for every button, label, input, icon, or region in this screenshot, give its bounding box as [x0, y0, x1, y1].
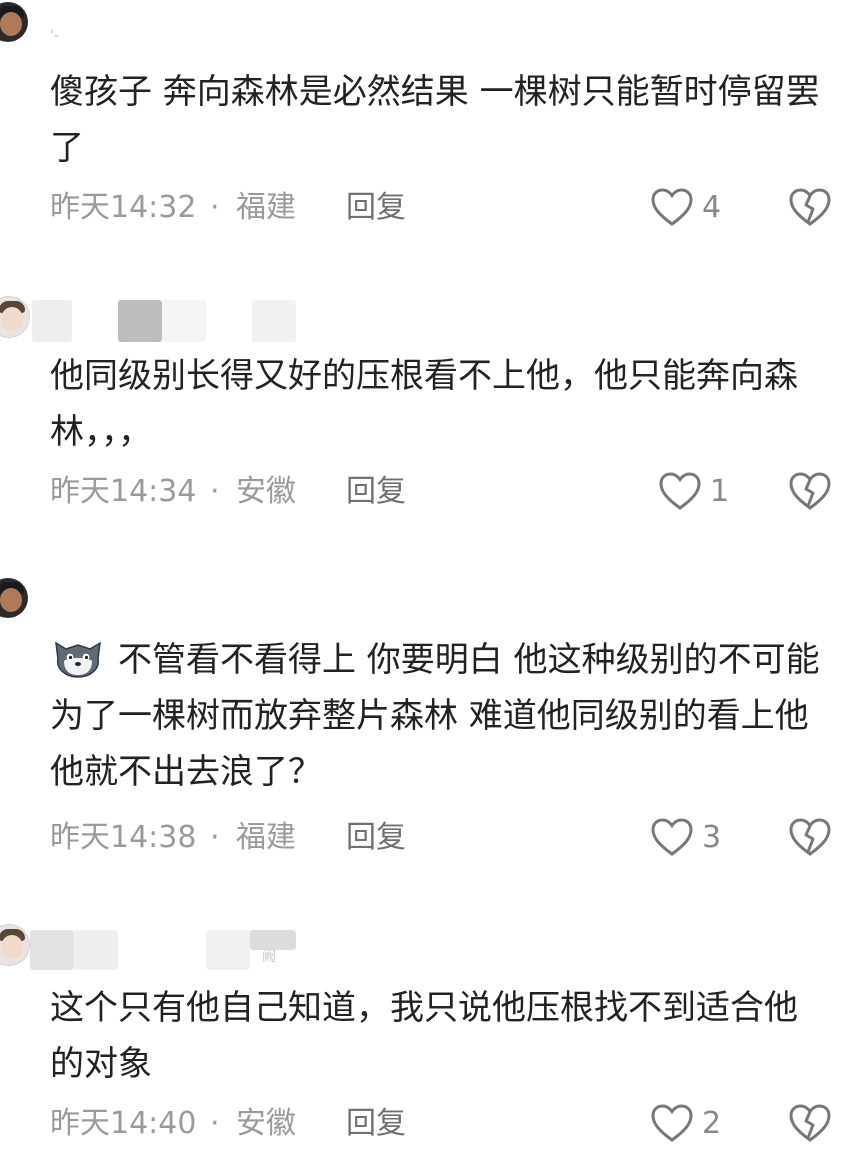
meta-separator: · [210, 820, 220, 855]
avatar[interactable] [0, 578, 28, 618]
comment-location: 安徽 [236, 1106, 296, 1141]
dislike-button[interactable] [788, 816, 832, 860]
reply-button[interactable]: 回复 [346, 818, 406, 858]
comment-time: 昨天14:38 [50, 820, 197, 855]
husky-emoji-icon [55, 641, 101, 678]
like-count: 1 [710, 474, 730, 509]
reply-button[interactable]: 回复 [346, 1104, 406, 1144]
like-button[interactable]: 1 [658, 470, 768, 514]
comment-text: 他同级别长得又好的压根看不上他，他只能奔向森林，，， [50, 356, 798, 452]
like-button[interactable]: 4 [650, 186, 760, 230]
comment-text-content: 不管看不看得上 你要明白 他这种级别的不可能为了一棵树而放弃整片森林 难道他同级… [50, 640, 820, 792]
comment-meta: 昨天14:38 · 福建 回复 3 [50, 818, 840, 858]
like-count: 2 [702, 1106, 722, 1141]
username-redacted [30, 930, 74, 970]
heart-icon [651, 1104, 693, 1142]
reply-button[interactable]: 回复 [346, 188, 406, 228]
username-redacted [206, 930, 250, 970]
username-redacted [74, 930, 118, 970]
dislike-button[interactable] [788, 1102, 832, 1146]
meta-separator: · [210, 1106, 220, 1141]
heart-icon [651, 818, 693, 856]
like-count: 4 [702, 190, 722, 225]
comment-location: 福建 [236, 820, 296, 855]
heart-icon [659, 472, 701, 510]
comment-time: 昨天14:34 [50, 474, 197, 509]
broken-heart-icon [789, 472, 831, 510]
avatar[interactable] [0, 924, 30, 966]
heart-icon [651, 188, 693, 226]
comment-time: 昨天14:32 [50, 190, 197, 225]
comment-text: 傻孩子 奔向森林是必然结果 一棵树只能暂时停留罢了 [50, 72, 820, 168]
avatar[interactable] [0, 2, 28, 42]
comment-time: 昨天14:40 [50, 1106, 197, 1141]
comment-location: 安徽 [236, 474, 296, 509]
broken-heart-icon [789, 818, 831, 856]
reply-button[interactable]: 回复 [346, 472, 406, 512]
like-count: 3 [702, 820, 722, 855]
broken-heart-icon [789, 188, 831, 226]
dislike-button[interactable] [788, 470, 832, 514]
comment-meta: 昨天14:32 · 福建 回复 4 [50, 188, 840, 228]
comment-location: 福建 [236, 190, 296, 225]
dislike-button[interactable] [788, 186, 832, 230]
like-button[interactable]: 3 [650, 816, 760, 860]
meta-separator: · [210, 474, 220, 509]
username[interactable]: '- [50, 28, 59, 44]
username-redacted [32, 300, 72, 342]
meta-separator: · [210, 190, 220, 225]
username-redacted [252, 300, 296, 342]
avatar[interactable] [0, 296, 30, 338]
username-redacted [118, 300, 162, 342]
broken-heart-icon [789, 1104, 831, 1142]
username-redacted [162, 300, 206, 342]
comment-meta: 昨天14:40 · 安徽 回复 2 [50, 1104, 840, 1144]
comment-text: 这个只有他自己知道，我只说他压根找不到适合他的对象 [50, 988, 798, 1084]
comment-meta: 昨天14:34 · 安徽 回复 1 [50, 472, 840, 512]
comment-text: 不管看不看得上 你要明白 他这种级别的不可能为了一棵树而放弃整片森林 难道他同级… [50, 632, 830, 800]
like-button[interactable]: 2 [650, 1102, 760, 1146]
username[interactable]: 阙 [262, 946, 276, 966]
